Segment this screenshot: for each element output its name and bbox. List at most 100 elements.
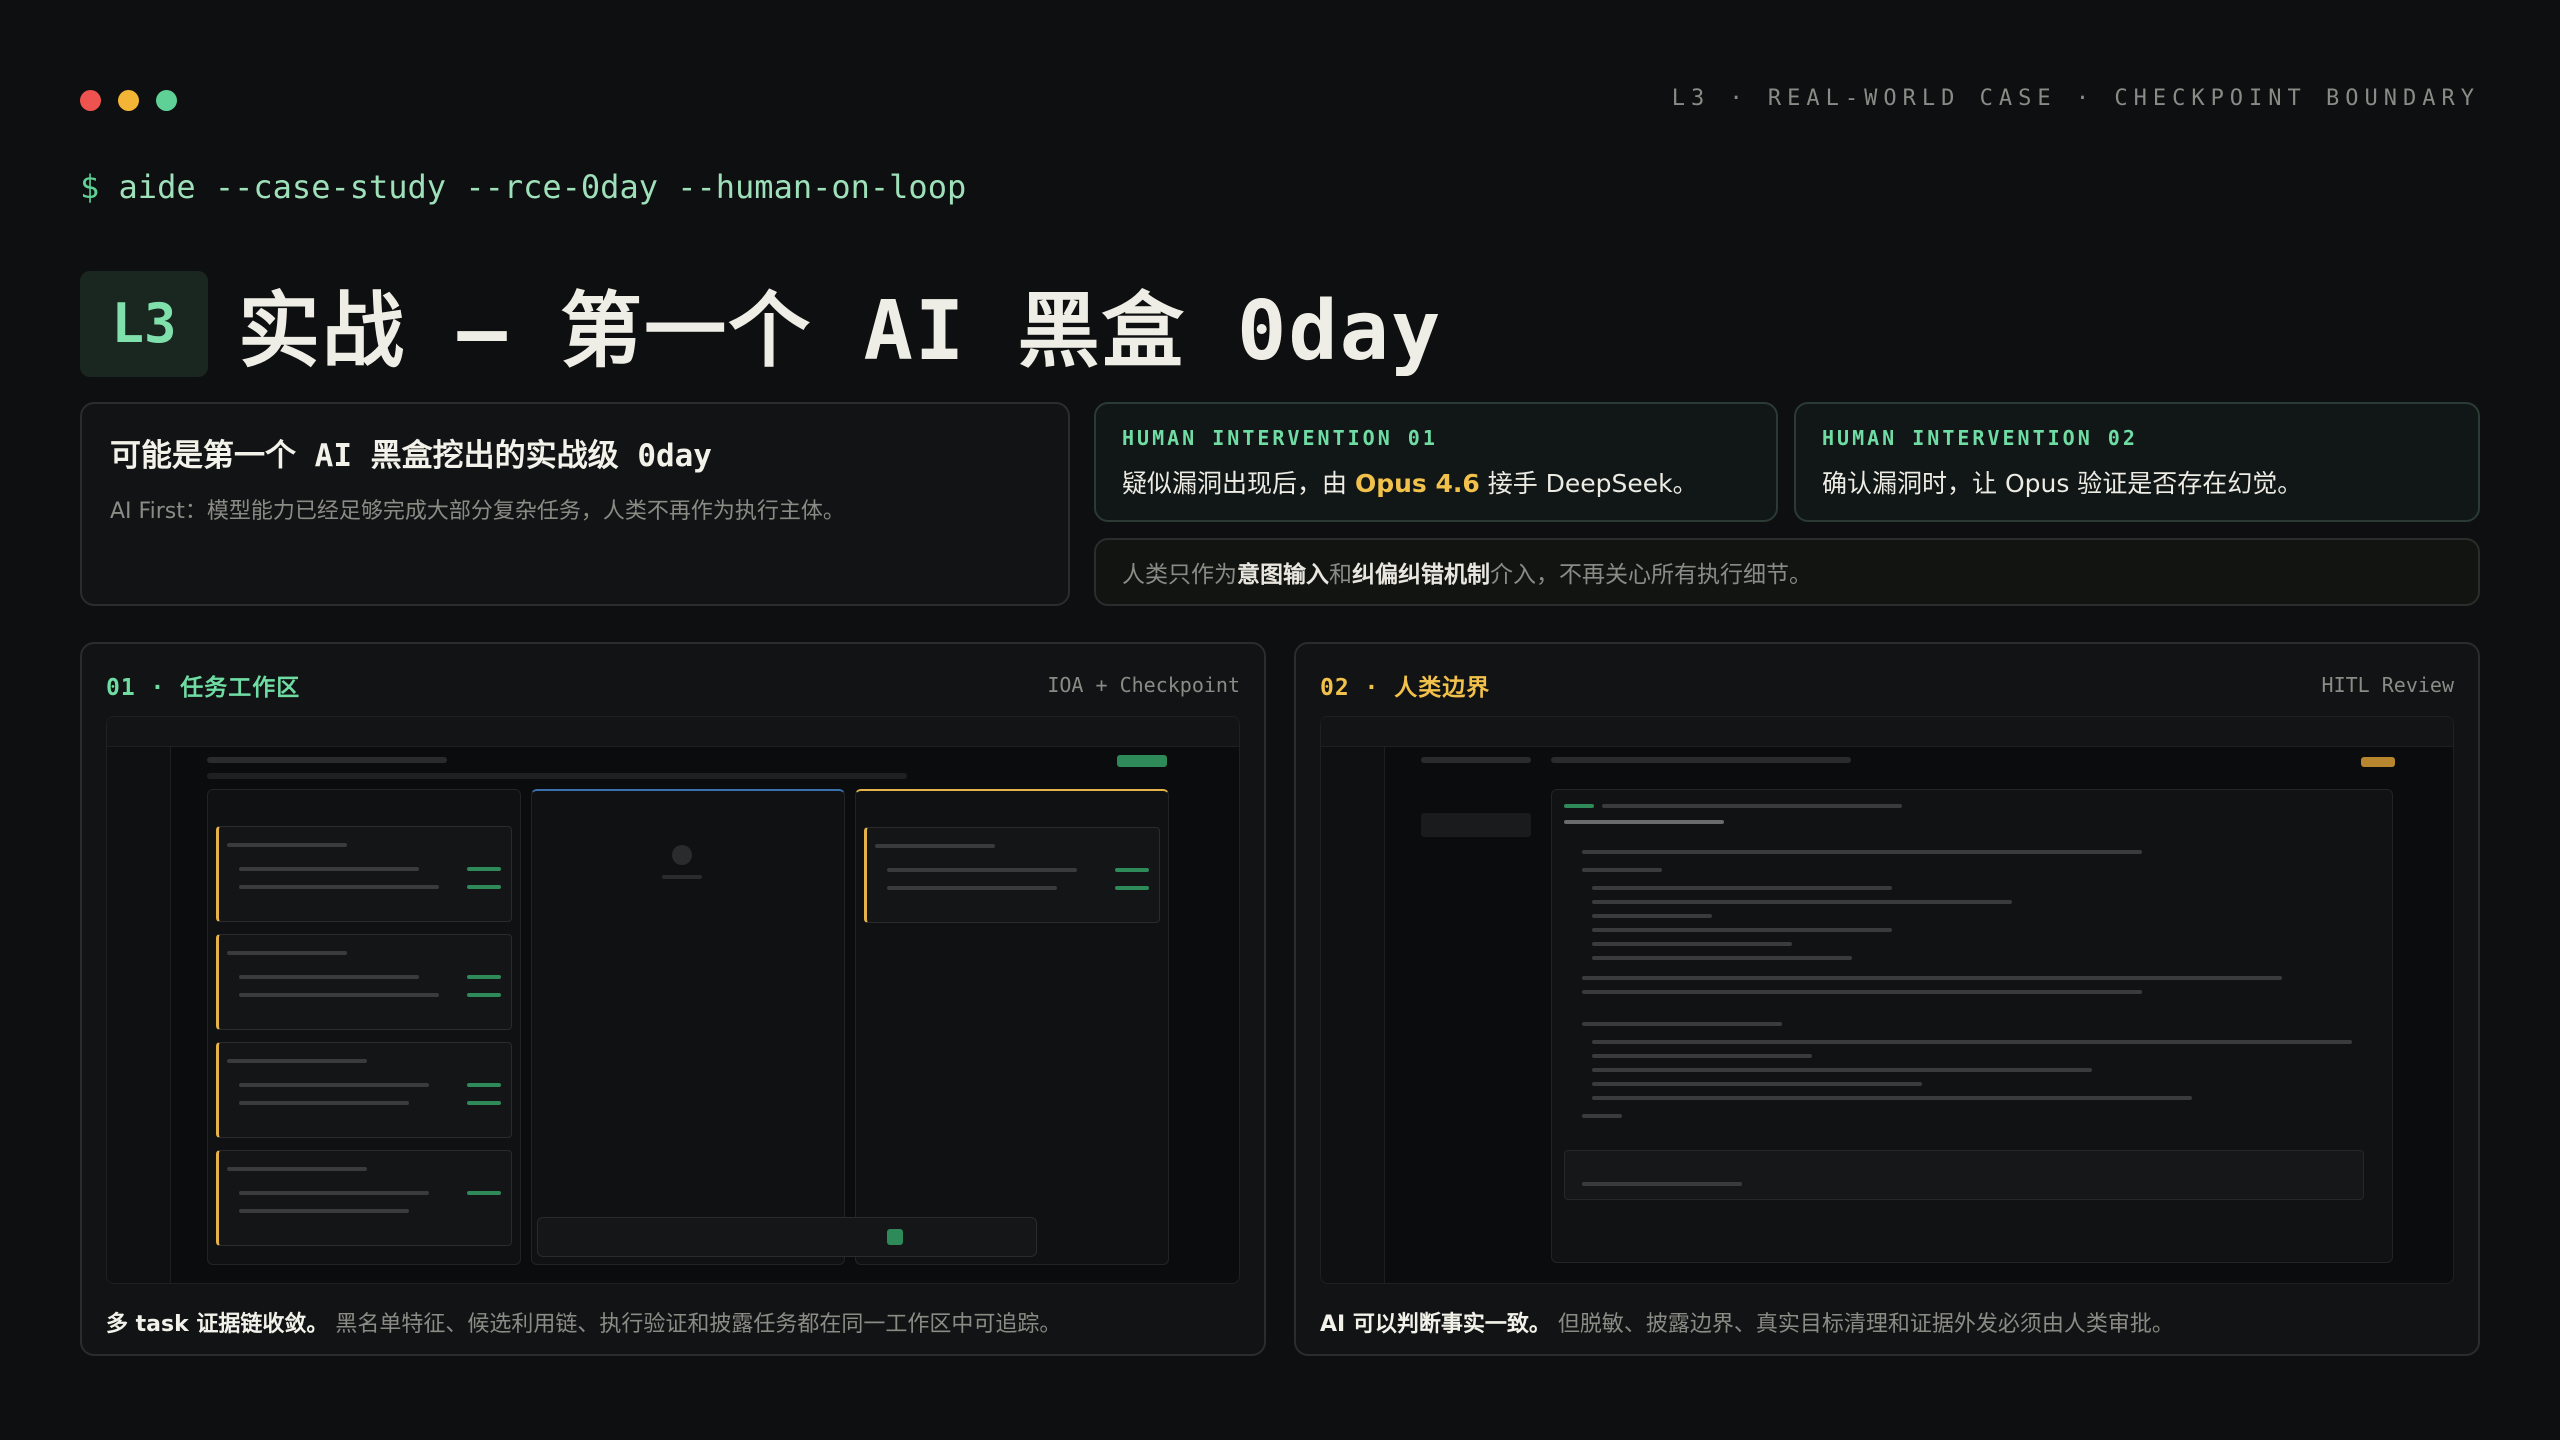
- command-text: aide --case-study --rce-0day --human-on-…: [118, 168, 967, 206]
- mini-topbar: [1321, 717, 2453, 747]
- mini-line: [1592, 928, 1892, 932]
- mini-line: [1582, 850, 2142, 854]
- note-text: 介入，不再关心所有执行细节。: [1490, 562, 1812, 588]
- mini-line: [239, 1209, 409, 1213]
- mini-line: [1592, 1054, 1812, 1058]
- panel-header: 01 · 任务工作区 IOA + Checkpoint: [106, 668, 1240, 702]
- mini-line: [1592, 886, 1892, 890]
- mini-line: [1582, 976, 2282, 980]
- note-emphasis: 纠偏纠错机制: [1352, 562, 1490, 588]
- level-badge: L3: [80, 270, 208, 377]
- summary-subtitle: AI First：模型能力已经足够完成大部分复杂任务，人类不再作为执行主体。: [110, 499, 845, 524]
- maximize-window-dot: [156, 90, 177, 111]
- mini-task-card: [216, 1042, 512, 1138]
- caption-emphasis: AI 可以判断事实一致。: [1320, 1312, 1551, 1337]
- page-title: 实战 — 第一个 AI 黑盒 0day: [238, 284, 1443, 379]
- mini-line: [1592, 1096, 2192, 1100]
- mini-filter-row: [207, 773, 907, 779]
- mini-heading: [1564, 820, 1724, 824]
- mini-chat-input: [537, 1217, 1037, 1257]
- panel-caption: AI 可以判断事实一致。 但脱敏、披露边界、真实目标清理和证据外发必须由人类审批…: [1320, 1306, 2174, 1338]
- human-intervention-card-2: HUMAN INTERVENTION 02 确认漏洞时，让 Opus 验证是否存…: [1794, 402, 2480, 522]
- human-role-note: 人类只作为 意图输入和纠偏纠错机制 介入，不再关心所有执行细节。: [1094, 538, 2480, 606]
- mini-line: [1592, 914, 1712, 918]
- close-window-dot: [80, 90, 101, 111]
- mini-status: [467, 993, 501, 997]
- panel-title: 01 · 任务工作区: [106, 675, 301, 701]
- note-emphasis: 意图输入: [1237, 562, 1329, 588]
- mini-status: [1115, 868, 1149, 872]
- mini-send-button: [887, 1229, 903, 1245]
- mini-empty-icon: [672, 845, 692, 865]
- summary-card: 可能是第一个 AI 黑盒挖出的实战级 0day AI First：模型能力已经足…: [80, 402, 1070, 606]
- mini-status: [467, 1083, 501, 1087]
- panel-tag: IOA + Checkpoint: [1047, 673, 1240, 697]
- mini-status: [467, 1101, 501, 1105]
- mini-line: [239, 975, 419, 979]
- window-controls: [80, 90, 177, 111]
- slide-kicker: L3 · REAL-WORLD CASE · CHECKPOINT BOUNDA…: [1671, 86, 2480, 111]
- mini-line: [1592, 900, 2012, 904]
- mini-document: [1551, 789, 2393, 1263]
- minimize-window-dot: [118, 90, 139, 111]
- mini-pending-badge: [2361, 757, 2395, 767]
- mini-line: [239, 885, 439, 889]
- mini-line: [239, 1083, 429, 1087]
- intervention-text-part: 接手 DeepSeek。: [1479, 469, 1698, 498]
- mini-line: [1582, 868, 1662, 872]
- mini-topbar: [107, 717, 1239, 747]
- review-screenshot: [1320, 716, 2454, 1284]
- mini-task-card: [216, 826, 512, 922]
- panel-header: 02 · 人类边界 HITL Review: [1320, 668, 2454, 702]
- mini-human-feedback: [1564, 1150, 2364, 1200]
- mini-status: [1115, 886, 1149, 890]
- mini-line: [1582, 1022, 1782, 1026]
- mini-column-review: [855, 789, 1169, 1265]
- mini-line: [887, 868, 1077, 872]
- caption-text: 黑名单特征、候选利用链、执行验证和披露任务都在同一工作区中可追踪。: [335, 1312, 1062, 1337]
- mini-line: [875, 844, 995, 848]
- mini-line: [1592, 1068, 2092, 1072]
- panel-caption: 多 task 证据链收敛。 黑名单特征、候选利用链、执行验证和披露任务都在同一工…: [106, 1306, 1061, 1338]
- mini-line: [239, 1101, 409, 1105]
- summary-title: 可能是第一个 AI 黑盒挖出的实战级 0day: [110, 438, 712, 474]
- mini-column-running: [531, 789, 845, 1265]
- intervention-text: 确认漏洞时，让 Opus 验证是否存在幻觉。: [1822, 469, 2303, 498]
- mini-task-card: [216, 934, 512, 1030]
- mini-line: [1582, 990, 2142, 994]
- mini-line: [227, 1059, 367, 1063]
- note-text: 和: [1329, 562, 1352, 588]
- mini-status: [467, 1191, 501, 1195]
- mini-line: [1582, 1114, 1622, 1118]
- model-highlight: Opus 4.6: [1354, 469, 1480, 498]
- mini-status: [467, 885, 501, 889]
- panel-tag: HITL Review: [2321, 673, 2454, 697]
- mini-line: [1582, 1182, 1742, 1186]
- intervention-label: HUMAN INTERVENTION 01: [1122, 426, 1438, 450]
- caption-emphasis: 多 task 证据链收敛。: [106, 1312, 329, 1337]
- mini-status: [467, 975, 501, 979]
- mini-line: [239, 993, 439, 997]
- human-boundary-panel: 02 · 人类边界 HITL Review AI 可以判断事实一致。 但脱敏、披…: [1294, 642, 2480, 1356]
- mini-tag: [1564, 804, 1594, 808]
- mini-tab-row: [1551, 757, 1851, 763]
- mini-empty-text: [662, 875, 702, 879]
- mini-session-title: [1421, 757, 1531, 763]
- mini-line: [1592, 1040, 2352, 1044]
- mini-sidebar: [107, 717, 171, 1283]
- mini-status: [467, 867, 501, 871]
- intervention-text: 疑似漏洞出现后，由 Opus 4.6 接手 DeepSeek。: [1122, 464, 1750, 500]
- mini-line: [227, 843, 347, 847]
- caption-text: 但脱敏、披露边界、真实目标清理和证据外发必须由人类审批。: [1557, 1312, 2174, 1337]
- panel-title: 02 · 人类边界: [1320, 675, 1491, 701]
- mini-task-card: [864, 827, 1160, 923]
- intervention-text-part: 疑似漏洞出现后，由: [1122, 469, 1355, 498]
- mini-sidebar: [1321, 717, 1385, 1283]
- mini-new-task-button: [1117, 755, 1167, 767]
- mini-line: [1602, 804, 1902, 808]
- mini-line: [227, 1167, 367, 1171]
- command-line: $ aide --case-study --rce-0day --human-o…: [80, 168, 966, 206]
- mini-line: [1592, 942, 1792, 946]
- command-prompt: $: [80, 168, 100, 206]
- note-text: 人类只作为: [1122, 562, 1237, 588]
